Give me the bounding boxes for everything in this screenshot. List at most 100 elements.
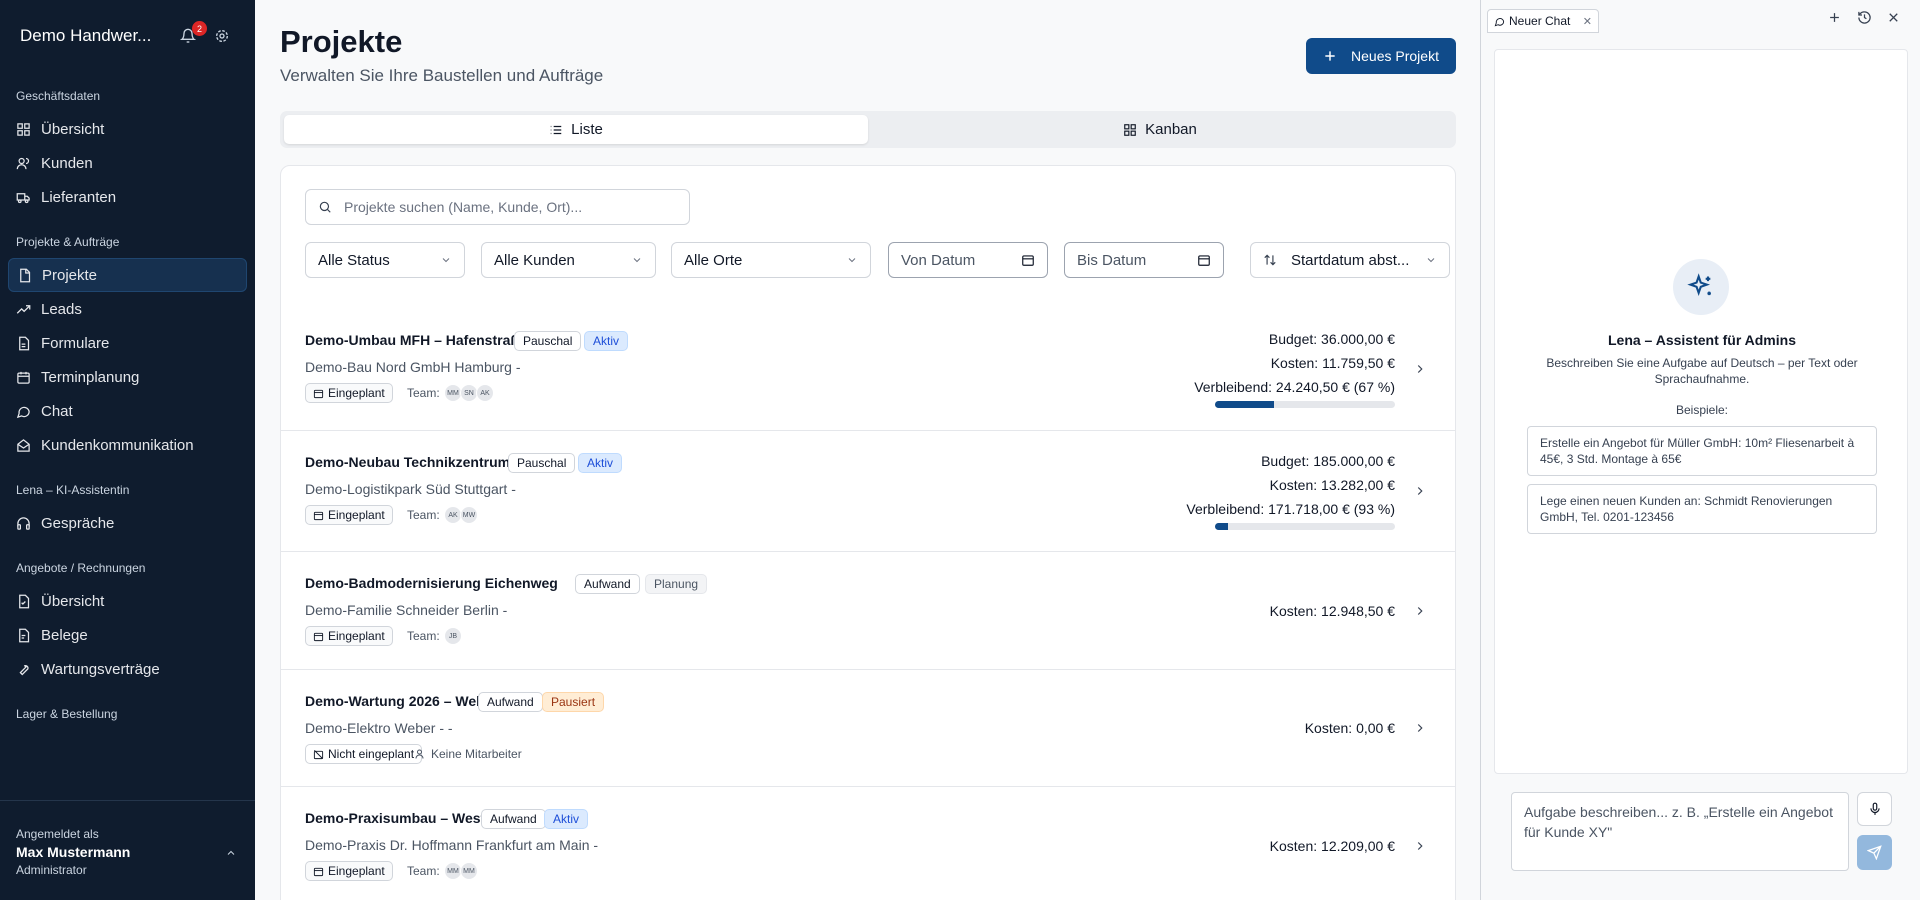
sidebar-item-uebersicht[interactable]: Übersicht [8, 112, 247, 146]
new-project-button[interactable]: Neues Projekt [1306, 38, 1456, 74]
budget-amount: Budget: 185.000,00 € [1261, 453, 1395, 469]
calendar-icon [313, 632, 324, 641]
chevron-down-icon [633, 258, 641, 263]
truck-icon [16, 192, 30, 203]
sidebar-item-wartungsvertraege[interactable]: Wartungsverträge [8, 652, 247, 686]
schedule-badge: Nicht eingeplant [305, 744, 423, 764]
chat-tab[interactable]: Neuer Chat ✕ [1487, 9, 1599, 33]
sidebar-item-terminplanung[interactable]: Terminplanung [8, 360, 247, 394]
project-row[interactable]: Demo-Badmodernisierung Eichenweg Aufwand… [281, 551, 1455, 669]
sidebar-item-chat[interactable]: Chat [8, 394, 247, 428]
sidebar-item-kundenkommunikation[interactable]: Kundenkommunikation [8, 428, 247, 462]
sidebar: Demo Handwer... 2 Geschäftsdaten Übersic… [0, 0, 255, 900]
location-filter[interactable]: Alle Orte [671, 242, 871, 278]
chat-input[interactable]: Aufgabe beschreiben... z. B. „Erstelle e… [1511, 792, 1849, 871]
document-icon [19, 336, 30, 350]
status-filter-value: Alle Status [318, 251, 390, 269]
avatar: JB [444, 627, 462, 645]
remaining-amount: Verbleibend: 24.240,50 € (67 %) [1194, 379, 1395, 395]
sort-select[interactable]: Startdatum abst... [1250, 242, 1450, 278]
project-row[interactable]: Demo-Wartung 2026 – Weber Aufwand Pausie… [281, 669, 1455, 786]
customer-filter[interactable]: Alle Kunden [481, 242, 656, 278]
budget-amount: Budget: 36.000,00 € [1268, 331, 1395, 347]
search-input[interactable]: Projekte suchen (Name, Kunde, Ort)... [305, 189, 690, 225]
tab-liste[interactable]: Liste [284, 115, 868, 144]
view-tabs: Liste Kanban [280, 111, 1456, 148]
example-prompt[interactable]: Erstelle ein Angebot für Müller GmbH: 10… [1527, 426, 1877, 476]
from-date-input[interactable]: Von Datum [888, 242, 1048, 278]
receipt-icon [19, 628, 30, 642]
sidebar-item-kunden[interactable]: Kunden [8, 146, 247, 180]
send-button[interactable] [1857, 835, 1892, 870]
costs-amount: Kosten: 0,00 € [1304, 720, 1395, 736]
sidebar-item-label: Projekte [42, 266, 98, 284]
trending-up-icon [16, 304, 31, 314]
team-label: Team: [407, 864, 440, 878]
close-tab-icon[interactable]: ✕ [1583, 15, 1592, 28]
to-date-placeholder: Bis Datum [1077, 251, 1147, 269]
project-title: Demo-Praxisumbau – Westend [305, 810, 511, 826]
project-customer: Demo-Elektro Weber - - [305, 720, 453, 736]
sidebar-item-belege[interactable]: Belege [8, 618, 247, 652]
sidebar-item-leads[interactable]: Leads [8, 292, 247, 326]
project-title: Demo-Neubau Technikzentrum [305, 454, 511, 470]
sidebar-item-label: Chat [41, 402, 73, 420]
team-label: Team: [407, 386, 440, 400]
chevron-up-icon [225, 847, 237, 859]
assistant-title: Lena – Assistent für Admins [1607, 332, 1796, 348]
close-icon[interactable] [1886, 10, 1901, 25]
chevron-right-icon [1413, 839, 1427, 853]
chevron-right-icon [1413, 721, 1427, 735]
project-customer: Demo-Familie Schneider Berlin - [305, 602, 508, 618]
from-date-placeholder: Von Datum [901, 251, 976, 269]
sidebar-nav: Geschäftsdaten Übersicht Kunden Lieferan… [0, 86, 255, 724]
budget-progress-fill [1215, 401, 1275, 408]
sidebar-item-projekte[interactable]: Projekte [8, 258, 247, 292]
file-check-icon [19, 594, 30, 608]
sidebar-item-lieferanten[interactable]: Lieferanten [8, 180, 247, 214]
sidebar-item-formulare[interactable]: Formulare [8, 326, 247, 360]
team-label: Team: [407, 508, 440, 522]
sort-value: Startdatum abst... [1291, 251, 1410, 269]
sidebar-item-label: Kundenkommunikation [41, 436, 194, 454]
status-badge: Pausiert [542, 692, 605, 712]
user-role: Administrator [16, 863, 87, 877]
project-row[interactable]: Demo-Praxisumbau – Westend Aufwand Aktiv… [281, 786, 1455, 900]
status-filter[interactable]: Alle Status [305, 242, 465, 278]
user-menu[interactable]: Angemeldet als Max Mustermann Administra… [0, 800, 255, 900]
schedule-badge: Eingeplant [305, 861, 393, 881]
gear-icon[interactable] [209, 23, 235, 49]
avatar: MW [460, 506, 478, 524]
tab-label: Kanban [1145, 121, 1197, 138]
calendar-off-icon [313, 749, 324, 759]
budget-progress-bar [1215, 401, 1395, 408]
schedule-badge: Eingeplant [305, 626, 393, 646]
chevron-down-icon [442, 258, 450, 263]
sidebar-item-gespraeche[interactable]: Gespräche [8, 506, 247, 540]
example-prompt[interactable]: Lege einen neuen Kunden an: Schmidt Reno… [1527, 484, 1877, 534]
dashboard-icon [17, 122, 30, 136]
costs-amount: Kosten: 11.759,50 € [1270, 355, 1395, 371]
no-staff-text: Keine Mitarbeiter [431, 747, 522, 761]
project-row[interactable]: Demo-Neubau Technikzentrum Pauschal Akti… [281, 430, 1455, 551]
project-title: Demo-Wartung 2026 – Weber [305, 693, 498, 709]
chat-icon [16, 406, 30, 418]
bell-icon[interactable]: 2 [175, 21, 207, 49]
history-icon[interactable] [1857, 10, 1872, 25]
calendar-icon [313, 389, 324, 398]
sidebar-item-label: Kunden [41, 154, 93, 172]
sort-icon [1264, 254, 1276, 266]
mic-button[interactable] [1857, 792, 1892, 826]
sidebar-item-label: Gespräche [41, 514, 115, 532]
project-row[interactable]: Demo-Umbau MFH – Hafenstraße Pauschal Ak… [281, 309, 1455, 430]
project-customer: Demo-Logistikpark Süd Stuttgart - [305, 481, 516, 497]
to-date-input[interactable]: Bis Datum [1064, 242, 1224, 278]
microphone-icon [1869, 802, 1880, 815]
sidebar-item-angebote-uebersicht[interactable]: Übersicht [8, 584, 247, 618]
billing-badge: Pauschal [508, 453, 576, 473]
tab-kanban[interactable]: Kanban [868, 115, 1452, 144]
assistant-panel: Neuer Chat ✕ Lena – Assistent für Admins… [1480, 0, 1920, 900]
schedule-label: Nicht eingeplant [328, 747, 415, 761]
sidebar-item-label: Übersicht [41, 592, 105, 610]
plus-icon[interactable] [1827, 10, 1842, 25]
